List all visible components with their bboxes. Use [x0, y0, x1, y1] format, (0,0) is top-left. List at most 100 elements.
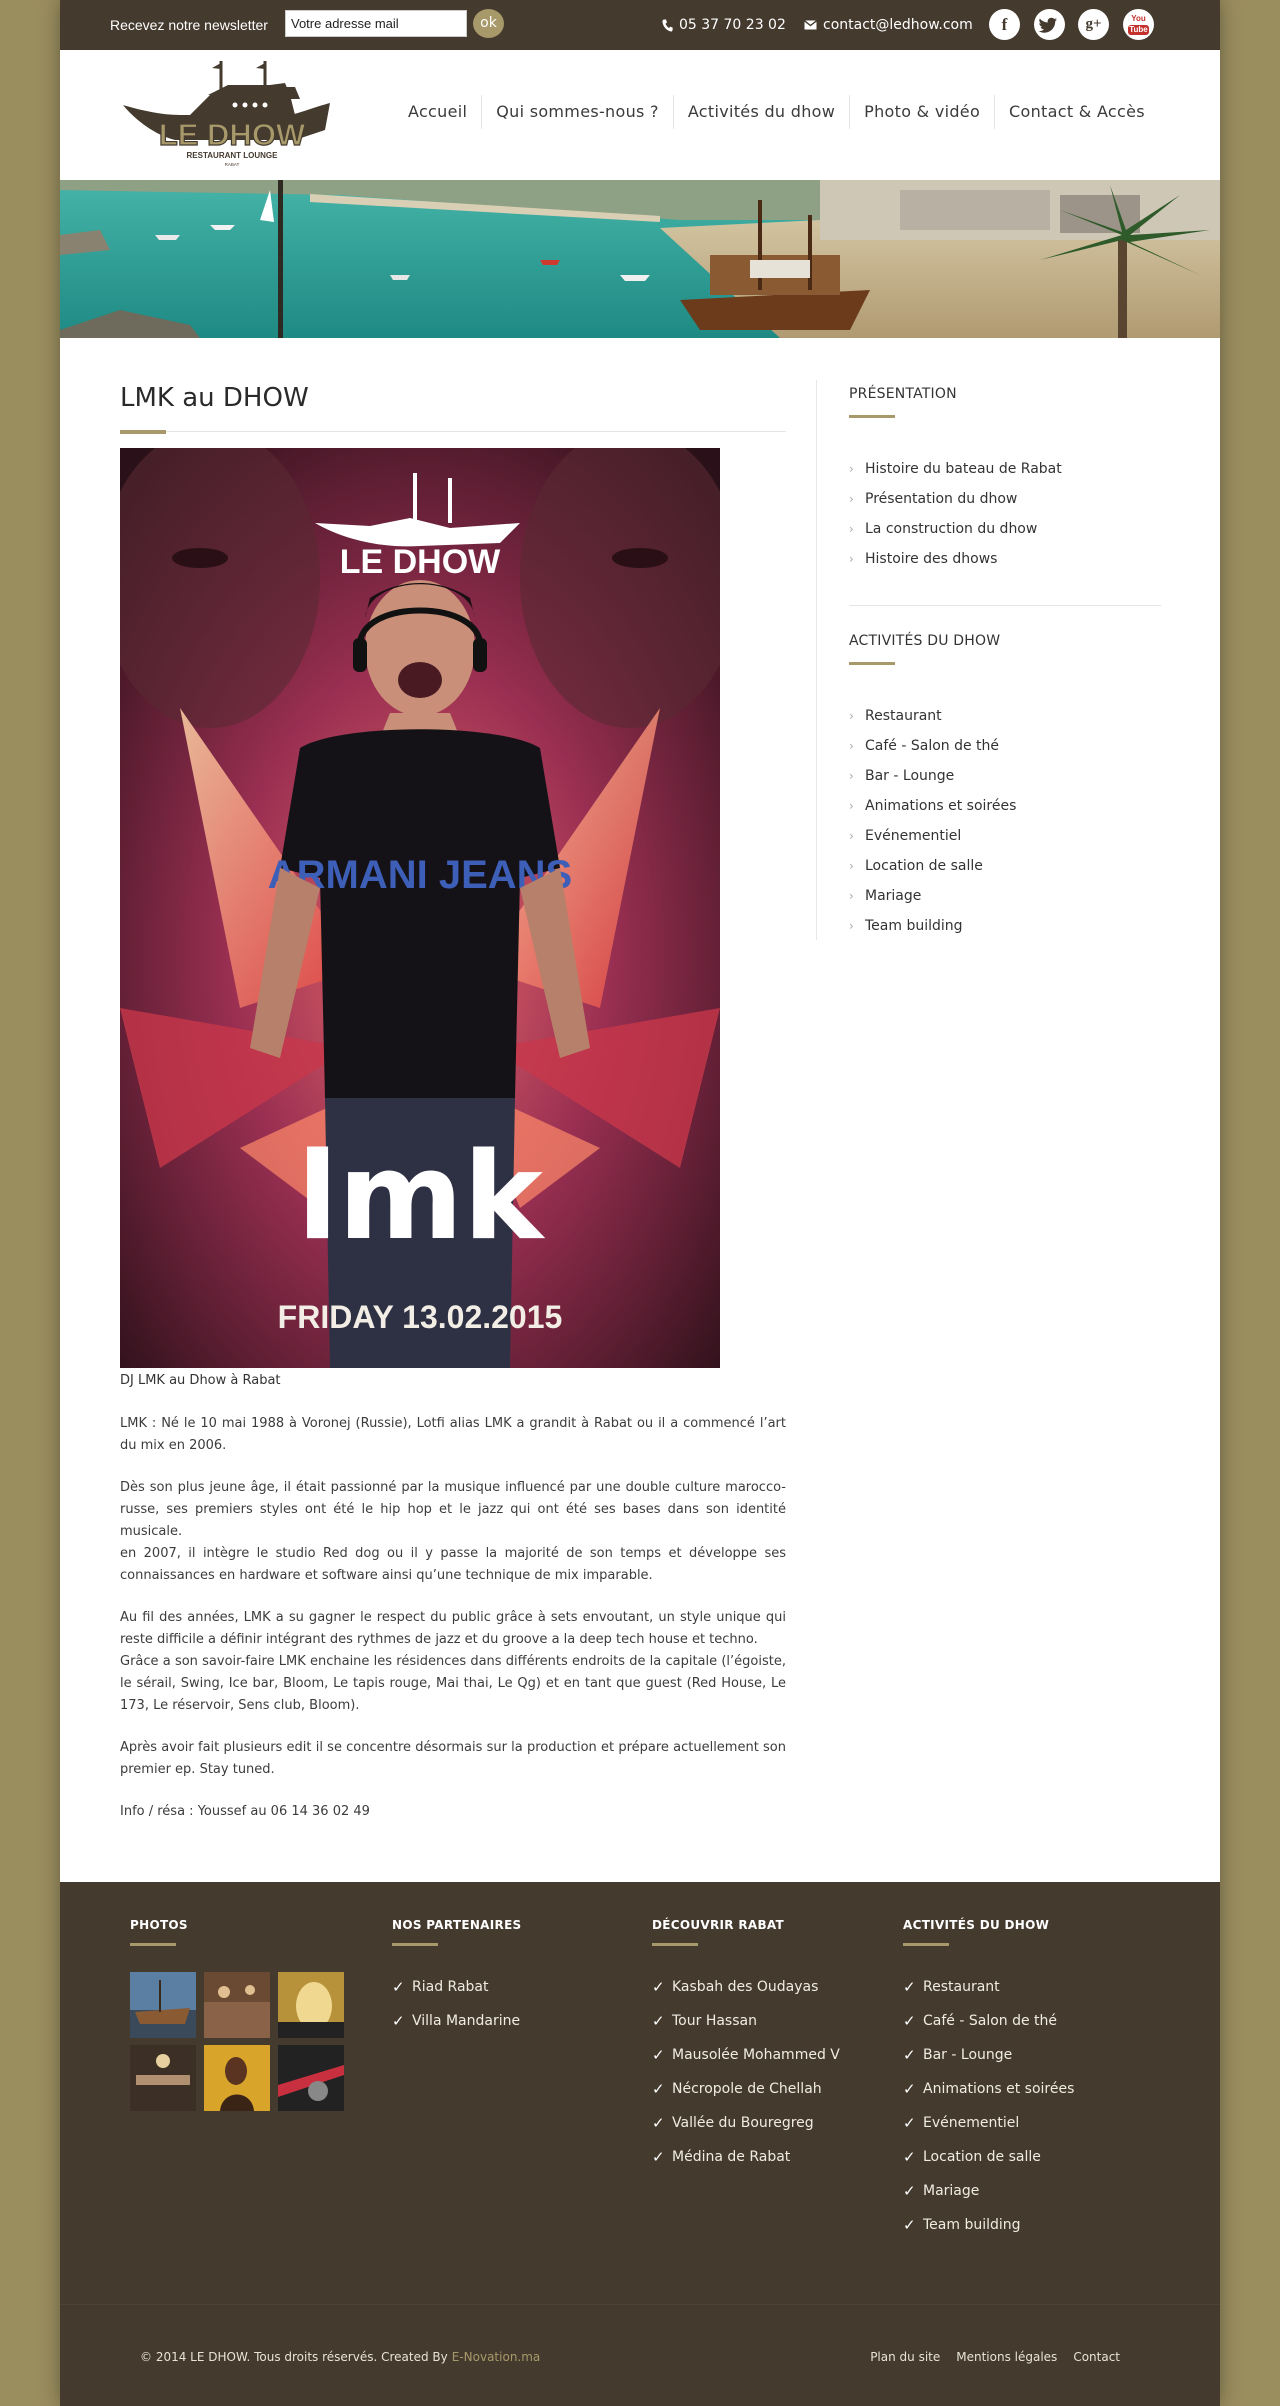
footer-link-bar[interactable]: ✓ Bar - Lounge: [903, 2038, 1074, 2072]
footer-link-contact[interactable]: Contact: [1073, 2350, 1120, 2364]
footer-discover-list: ✓ Kasbah des Oudayas ✓ Tour Hassan ✓ Mausol…: [652, 1970, 840, 2174]
sidebar: Présentation › Histoire du bateau de Raba…: [816, 380, 1161, 941]
footer-link-cafe[interactable]: ✓ Café - Salon de thé: [903, 2004, 1074, 2038]
google-plus-icon[interactable]: g+: [1078, 9, 1109, 40]
footer-photo-thumbnail[interactable]: [278, 1972, 344, 2038]
checkmark-icon: ✓: [652, 2148, 665, 2166]
page-wrapper: Recevez notre newsletter ok 05 37 70 23 …: [60, 0, 1220, 2406]
footer-partners-title: Nos partenaires: [392, 1918, 522, 1932]
footer-photos-title: Photos: [130, 1918, 188, 1932]
checkmark-icon: ✓: [652, 1978, 665, 1996]
sidebar-link-location-salle[interactable]: › Location de salle: [849, 851, 1161, 881]
sidebar-link-histoire-bateau[interactable]: › Histoire du bateau de Rabat: [849, 454, 1161, 484]
chevron-right-icon: ›: [849, 462, 854, 476]
chevron-right-icon: ›: [849, 522, 854, 536]
checkmark-icon: ✓: [652, 2080, 665, 2098]
chevron-right-icon: ›: [849, 552, 854, 566]
le-dhow-logo[interactable]: LE DHOW RESTAURANT LOUNGE RABAT: [120, 55, 340, 175]
footer-link-kasbah[interactable]: ✓ Kasbah des Oudayas: [652, 1970, 840, 2004]
checkmark-icon: ✓: [392, 2012, 405, 2030]
footer-link-mariage[interactable]: ✓ Mariage: [903, 2174, 1074, 2208]
footer-link-chellah[interactable]: ✓ Nécropole de Chellah: [652, 2072, 840, 2106]
footer-link-label: Location de salle: [923, 2149, 1041, 2165]
sidebar-link-restaurant[interactable]: › Restaurant: [849, 701, 1161, 731]
logo-name: LE DHOW: [159, 117, 306, 152]
footer-link-label: Villa Mandarine: [412, 2013, 521, 2029]
sidebar-link-label: Présentation du dhow: [865, 491, 1018, 507]
footer-link-plan-du-site[interactable]: Plan du site: [870, 2350, 940, 2364]
sidebar-link-mariage[interactable]: › Mariage: [849, 881, 1161, 911]
footer-title-rule: [652, 1943, 698, 1946]
sidebar-link-label: Team building: [865, 918, 963, 934]
footer-link-mausolee[interactable]: ✓ Mausolée Mohammed V: [652, 2038, 840, 2072]
envelope-icon: [804, 20, 817, 30]
sidebar-link-construction-dhow[interactable]: › La construction du dhow: [849, 514, 1161, 544]
header-banner-image: [60, 180, 1220, 338]
youtube-you: You: [1131, 14, 1146, 23]
nav-contact-acces[interactable]: Contact & Accès: [995, 95, 1159, 129]
footer-link-animations[interactable]: ✓ Animations et soirées: [903, 2072, 1074, 2106]
sidebar-link-bar[interactable]: › Bar - Lounge: [849, 761, 1161, 791]
sidebar-activities: Activités du dhow › Restaurant › Café - Sa…: [849, 633, 1161, 941]
footer-activities-list: ✓ Restaurant ✓ Café - Salon de thé ✓ Bar - …: [903, 1970, 1074, 2242]
sidebar-link-team-building[interactable]: › Team building: [849, 911, 1161, 941]
footer-link-tour-hassan[interactable]: ✓ Tour Hassan: [652, 2004, 840, 2038]
poster-brand: LE DHOW: [340, 543, 501, 581]
footer-discover: Découvrir Rabat ✓ Kasbah des Oudayas ✓ Tou…: [652, 1918, 840, 2174]
sidebar-divider: [849, 605, 1161, 606]
newsletter-submit-button[interactable]: ok: [473, 9, 504, 38]
footer-link-location-salle[interactable]: ✓ Location de salle: [903, 2140, 1074, 2174]
chevron-right-icon: ›: [849, 919, 854, 933]
footer-photo-thumbnail[interactable]: [130, 1972, 196, 2038]
email-contact[interactable]: contact@ledhow.com: [804, 17, 973, 33]
sidebar-link-animations[interactable]: › Animations et soirées: [849, 791, 1161, 821]
footer-link-label: Nécropole de Chellah: [672, 2081, 822, 2097]
youtube-icon[interactable]: You Tube: [1123, 9, 1154, 40]
sidebar-link-cafe[interactable]: › Café - Salon de thé: [849, 731, 1161, 761]
sidebar-link-histoire-dhows[interactable]: › Histoire des dhows: [849, 544, 1161, 574]
sidebar-link-label: Café - Salon de thé: [865, 738, 1000, 754]
checkmark-icon: ✓: [652, 2046, 665, 2064]
footer-title-rule: [903, 1943, 949, 1946]
checkmark-icon: ✓: [903, 2080, 916, 2098]
footer-legal-links: Plan du site Mentions légales Contact: [870, 2350, 1120, 2364]
chevron-right-icon: ›: [849, 859, 854, 873]
footer-link-evenementiel[interactable]: ✓ Evénementiel: [903, 2106, 1074, 2140]
footer-link-mentions-legales[interactable]: Mentions légales: [956, 2350, 1057, 2364]
nav-qui-sommes-nous[interactable]: Qui sommes-nous ?: [482, 95, 674, 129]
copyright-text: © 2014 LE DHOW. Tous droits réservés. Cr…: [140, 2350, 448, 2364]
footer-link-riad-rabat[interactable]: ✓ Riad Rabat: [392, 1970, 522, 2004]
footer-photo-thumbnail[interactable]: [278, 2045, 344, 2111]
creator-link[interactable]: E-Novation.ma: [452, 2350, 541, 2364]
newsletter-email-input[interactable]: [285, 10, 467, 37]
nav-accueil[interactable]: Accueil: [394, 95, 483, 129]
event-poster-image[interactable]: LE DHOW ARMANI JEANS lmk FRIDAY 13.02.20…: [120, 448, 720, 1368]
article-paragraph-1: LMK : Né le 10 mai 1988 à Voronej (Russi…: [120, 1416, 786, 1453]
footer-link-villa-mandarine[interactable]: ✓ Villa Mandarine: [392, 2004, 522, 2038]
footer-photo-thumbnail[interactable]: [130, 2045, 196, 2111]
sidebar-link-presentation-dhow[interactable]: › Présentation du dhow: [849, 484, 1161, 514]
footer-photo-thumbnail[interactable]: [204, 1972, 270, 2038]
footer-link-label: Tour Hassan: [672, 2013, 757, 2029]
footer-link-team-building[interactable]: ✓ Team building: [903, 2208, 1074, 2242]
sidebar-activities-title: Activités du dhow: [849, 633, 1001, 649]
footer-link-medina[interactable]: ✓ Médina de Rabat: [652, 2140, 840, 2174]
footer-link-bouregreg[interactable]: ✓ Vallée du Bouregreg: [652, 2106, 840, 2140]
nav-activites[interactable]: Activités du dhow: [674, 95, 851, 129]
facebook-icon[interactable]: f: [989, 9, 1020, 40]
article-paragraph-4: Après avoir fait plusieurs edit il se co…: [120, 1740, 786, 1777]
top-bar: Recevez notre newsletter ok 05 37 70 23 …: [60, 0, 1220, 50]
footer-link-restaurant[interactable]: ✓ Restaurant: [903, 1970, 1074, 2004]
sidebar-link-label: Restaurant: [865, 708, 942, 724]
sidebar-link-label: Histoire des dhows: [865, 551, 998, 567]
sidebar-link-evenementiel[interactable]: › Evénementiel: [849, 821, 1161, 851]
footer-link-label: Animations et soirées: [923, 2081, 1075, 2097]
nav-photo-video[interactable]: Photo & vidéo: [850, 95, 996, 129]
phone-contact[interactable]: 05 37 70 23 02: [662, 17, 786, 33]
checkmark-icon: ✓: [903, 1978, 916, 1996]
chevron-right-icon: ›: [849, 739, 854, 753]
footer-photo-thumbnail[interactable]: [204, 2045, 270, 2111]
footer-link-label: Kasbah des Oudayas: [672, 1979, 819, 1995]
logo-tagline: RESTAURANT LOUNGE: [187, 151, 279, 160]
twitter-icon[interactable]: [1034, 9, 1065, 40]
